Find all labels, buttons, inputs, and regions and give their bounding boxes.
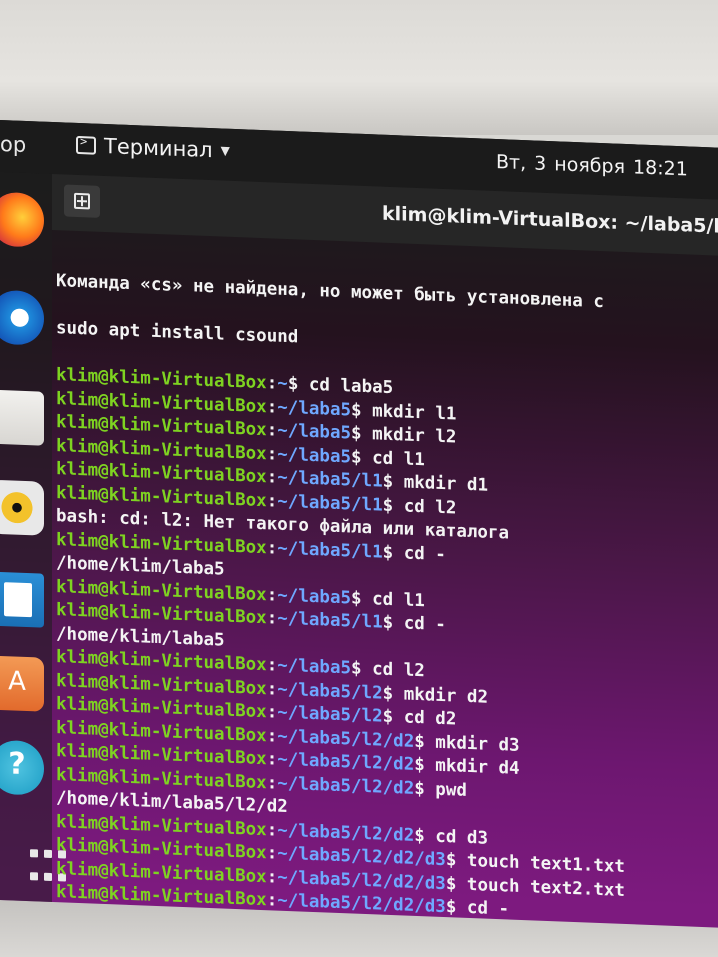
prompt-separator: : [266, 537, 278, 559]
prompt-separator: : [266, 866, 278, 888]
prompt-separator: : [266, 608, 278, 629]
app-menu-label: Терминал [104, 133, 213, 163]
prompt-command: $ cd l1 [351, 446, 425, 470]
prompt-separator: : [266, 819, 278, 841]
photo-background-top [0, 0, 718, 135]
prompt-path: ~ [277, 373, 288, 395]
prompt-path: ~/laba5/l2/d2 [277, 773, 415, 799]
prompt-command: $ mkdir l1 [351, 399, 457, 425]
prompt-path: ~/laba5/l2 [277, 679, 383, 704]
prompt-command: $ mkdir d3 [414, 731, 520, 756]
activities-button[interactable]: ор [0, 132, 26, 157]
prompt-path: ~/laba5/l1 [277, 467, 383, 492]
software-icon[interactable]: A [0, 655, 44, 712]
prompt-separator: : [266, 702, 278, 723]
prompt-path: ~/laba5 [277, 585, 352, 608]
question-mark-icon: ? [8, 746, 26, 782]
prompt-path: ~/laba5/l2 [277, 702, 383, 727]
prompt-command: $ cd d2 [382, 706, 457, 730]
prompt-path: ~/laba5/l1 [277, 491, 383, 516]
prompt-separator: : [266, 467, 278, 488]
shopping-bag-icon: A [8, 666, 26, 697]
prompt-command: $ cd l1 [351, 587, 425, 611]
prompt-separator: : [266, 396, 278, 418]
prompt-command: $ mkdir d4 [414, 754, 520, 779]
prompt-path: ~/laba5/l2/d2 [277, 726, 415, 752]
new-tab-icon [74, 192, 90, 210]
prompt-command: $ cd - [382, 542, 446, 565]
prompt-separator: : [266, 890, 278, 911]
prompt-separator: : [266, 843, 278, 864]
prompt-separator: : [266, 443, 278, 465]
files-icon[interactable] [0, 389, 44, 446]
prompt-command: $ cd l2 [351, 658, 425, 682]
prompt-separator: : [266, 749, 278, 770]
prompt-path: ~/laba5/l2/d2 [277, 820, 415, 846]
new-tab-button[interactable] [64, 184, 100, 218]
window-title: klim@klim-VirtualBox: ~/laba5/l2/ [382, 202, 718, 239]
prompt-separator: : [266, 678, 278, 700]
monitor-screen: ор Терминал ▼ Вт, 3 ноября 18:21 A ? kli… [0, 120, 718, 928]
prompt-separator: : [266, 772, 278, 794]
terminal-output-line: Команда «cs» не найдена, но может быть у… [56, 271, 604, 313]
prompt-separator: : [266, 725, 278, 747]
prompt-path: ~/laba5/l1 [277, 538, 383, 563]
prompt-command: $ mkdir l2 [351, 423, 457, 448]
prompt-command: $ cd - [445, 897, 510, 920]
terminal-icon [76, 135, 96, 155]
prompt-command: $ mkdir d2 [382, 683, 488, 708]
prompt-path: ~/laba5 [277, 420, 352, 444]
terminal-output-line: sudo apt install csound [56, 318, 299, 348]
clock[interactable]: Вт, 3 ноября 18:21 [496, 151, 688, 180]
thunderbird-icon[interactable] [0, 289, 44, 346]
prompt-command: $ cd - [382, 612, 446, 636]
prompt-separator: : [266, 655, 278, 676]
prompt-command: $ cd l2 [382, 495, 457, 519]
prompt-separator: : [266, 420, 278, 441]
document-icon [4, 582, 32, 618]
prompt-command: $ cd laba5 [287, 374, 394, 399]
prompt-path: ~/laba5/l1 [277, 608, 383, 633]
chevron-down-icon: ▼ [220, 143, 230, 158]
terminal-output[interactable]: Команда «cs» не найдена, но может быть у… [56, 230, 718, 927]
prompt-separator: : [266, 373, 278, 394]
dock: A ? [0, 172, 66, 902]
prompt-path: ~/laba5 [277, 444, 352, 467]
help-icon[interactable]: ? [0, 739, 44, 796]
prompt-separator: : [266, 584, 278, 606]
writer-icon[interactable] [0, 571, 44, 628]
prompt-path: ~/laba5/l2/d2 [277, 749, 415, 775]
prompt-separator: : [266, 490, 278, 512]
prompt-command: $ cd d3 [414, 825, 488, 849]
prompt-path: ~/laba5 [277, 397, 352, 420]
prompt-command: $ pwd [414, 778, 467, 801]
app-menu-terminal[interactable]: Терминал ▼ [76, 133, 230, 163]
prompt-path: ~/laba5 [277, 655, 352, 679]
firefox-icon[interactable] [0, 191, 44, 248]
prompt-command: $ mkdir d1 [382, 471, 488, 496]
rhythmbox-icon[interactable] [0, 479, 44, 536]
